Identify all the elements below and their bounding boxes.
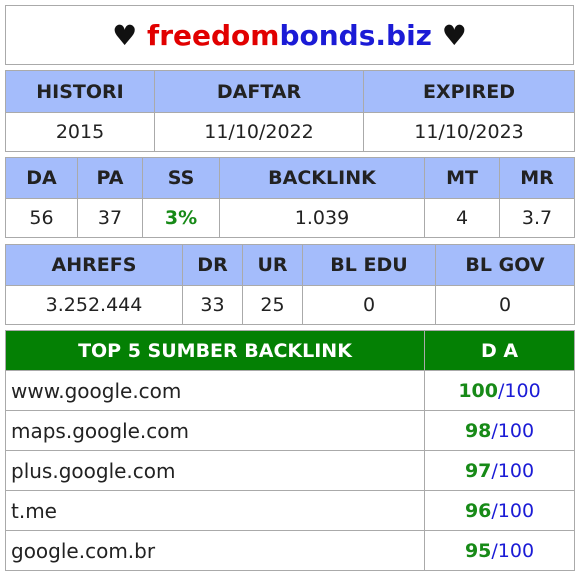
table-row: maps.google.com 98/100 <box>5 410 575 451</box>
value-ahrefs: 3.252.444 <box>5 285 183 325</box>
header-histori: HISTORI <box>5 70 155 113</box>
header-ahrefs: AHREFS <box>5 244 183 286</box>
value-mr: 3.7 <box>499 198 575 238</box>
title-domain-red: freedom <box>147 18 280 52</box>
backlink-site: t.me <box>5 490 425 531</box>
site-title: ♥ freedombonds.biz ♥ <box>5 5 574 65</box>
backlink-site: maps.google.com <box>5 410 425 451</box>
backlink-da: 95/100 <box>424 530 575 571</box>
metrics-table: DA PA SS BACKLINK MT MR 56 37 3% 1.039 4… <box>5 157 575 238</box>
value-pa: 37 <box>77 198 143 238</box>
value-histori: 2015 <box>5 112 155 152</box>
header-da: DA <box>5 157 78 199</box>
da-value: 96 <box>464 499 492 522</box>
value-backlink: 1.039 <box>219 198 425 238</box>
ahrefs-table: AHREFS DR UR BL EDU BL GOV 3.252.444 33 … <box>5 244 575 325</box>
dates-table: HISTORI DAFTAR EXPIRED 2015 11/10/2022 1… <box>5 70 575 152</box>
header-mr: MR <box>499 157 575 199</box>
da-max: /100 <box>498 379 541 402</box>
backlink-da: 98/100 <box>424 410 575 451</box>
value-expired: 11/10/2023 <box>363 112 575 152</box>
da-value: 95 <box>464 539 492 562</box>
header-bl-gov: BL GOV <box>435 244 575 286</box>
value-dr: 33 <box>182 285 243 325</box>
backlink-da: 97/100 <box>424 450 575 491</box>
header-bl-edu: BL EDU <box>302 244 436 286</box>
value-ur: 25 <box>242 285 303 325</box>
backlink-site: google.com.br <box>5 530 425 571</box>
backlink-da: 100/100 <box>424 370 575 411</box>
header-expired: EXPIRED <box>363 70 575 113</box>
value-ss: 3% <box>142 198 220 238</box>
title-domain-blue: bonds.biz <box>279 18 432 52</box>
da-value: 98 <box>464 419 492 442</box>
table-row: t.me 96/100 <box>5 490 575 531</box>
header-top-sources: TOP 5 SUMBER BACKLINK <box>5 330 425 371</box>
heart-icon: ♥ <box>441 18 467 52</box>
table-row: plus.google.com 97/100 <box>5 450 575 491</box>
top-backlinks-table: TOP 5 SUMBER BACKLINK D A www.google.com… <box>5 330 575 571</box>
header-mt: MT <box>424 157 500 199</box>
da-value: 100 <box>458 379 498 402</box>
header-ss: SS <box>142 157 220 199</box>
value-da: 56 <box>5 198 78 238</box>
da-max: /100 <box>491 419 535 442</box>
header-ur: UR <box>242 244 303 286</box>
value-daftar: 11/10/2022 <box>154 112 364 152</box>
header-dr: DR <box>182 244 243 286</box>
backlink-site: www.google.com <box>5 370 425 411</box>
title-panel: ♥ freedombonds.biz ♥ <box>5 5 574 65</box>
da-max: /100 <box>491 499 535 522</box>
table-row: google.com.br 95/100 <box>5 530 575 571</box>
da-value: 97 <box>464 459 492 482</box>
value-mt: 4 <box>424 198 500 238</box>
value-bl-gov: 0 <box>435 285 575 325</box>
header-daftar: DAFTAR <box>154 70 364 113</box>
heart-icon: ♥ <box>112 18 138 52</box>
value-bl-edu: 0 <box>302 285 436 325</box>
backlink-site: plus.google.com <box>5 450 425 491</box>
header-backlink: BACKLINK <box>219 157 425 199</box>
header-pa: PA <box>77 157 143 199</box>
da-max: /100 <box>491 459 535 482</box>
table-row: www.google.com 100/100 <box>5 370 575 411</box>
backlink-da: 96/100 <box>424 490 575 531</box>
header-da: D A <box>424 330 575 371</box>
da-max: /100 <box>491 539 535 562</box>
